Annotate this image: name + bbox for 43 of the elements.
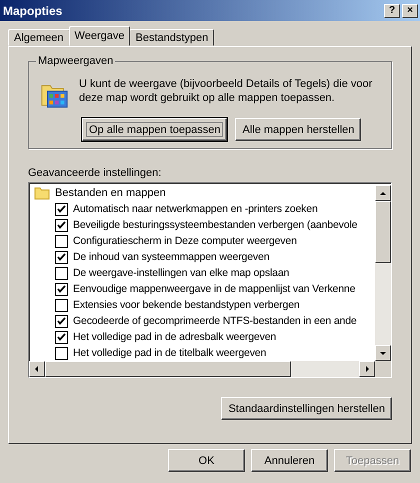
checkbox[interactable] — [55, 330, 68, 344]
push-button[interactable]: Op alle mappen toepassen — [82, 118, 228, 141]
setting-label[interactable]: De inhoud van systeemmappen weergeven — [73, 251, 270, 263]
setting-label[interactable]: Automatisch naar netwerkmappen en -printers zoeken — [73, 203, 318, 215]
checkbox[interactable] — [55, 218, 68, 232]
close-button[interactable]: × — [402, 4, 418, 18]
checkbox[interactable] — [55, 282, 68, 296]
left-arrow-icon[interactable] — [33, 365, 41, 373]
folder-icon — [34, 186, 50, 200]
help-button[interactable]: ? — [384, 4, 400, 18]
setting-label[interactable]: Het volledige pad in de adresbalk weergeven — [73, 331, 276, 343]
setting-label[interactable]: Configuratiescherm in Deze computer weergeven — [73, 235, 297, 247]
setting-label[interactable]: Het volledige pad in de titelbalk weergeven — [73, 347, 266, 359]
checkbox[interactable] — [55, 202, 68, 216]
tab[interactable]: Weergave — [68, 26, 130, 46]
tab[interactable]: Algemeen — [8, 29, 70, 46]
description-text: U kunt de weergave (bijvoorbeeld Details of Tegels) die voor deze map wordt gebruikt op alle mappen toepassen. — [79, 77, 374, 105]
scrollbar-corner — [375, 361, 391, 377]
setting-label[interactable]: Eenvoudige mappenweergave in de mappenlijst van Verkenne — [73, 283, 356, 295]
restore-defaults-button[interactable]: Standaardinstellingen herstellen — [221, 397, 392, 420]
group-title: Mapweergaven — [36, 55, 116, 67]
checkbox[interactable] — [55, 346, 68, 360]
horizontal-scrollbar[interactable] — [29, 361, 375, 377]
push-button[interactable]: Alle mappen herstellen — [235, 118, 362, 141]
setting-label[interactable]: Extensies voor bekende bestandstypen verbergen — [73, 299, 300, 311]
checkbox[interactable] — [55, 250, 68, 264]
tab[interactable]: Bestandstypen — [129, 29, 214, 46]
group-label: Bestanden en mappen — [55, 187, 166, 199]
setting-label[interactable]: Beveiligde besturingssysteembestanden verbergen (aanbevole — [73, 219, 358, 231]
dialog-button[interactable]: Annuleren — [251, 449, 328, 472]
up-arrow-icon[interactable] — [379, 189, 387, 197]
setting-label[interactable]: Gecodeerde of gecomprimeerde NTFS-bestanden in een ande — [73, 315, 357, 327]
setting-label[interactable]: De weergave-instellingen van elke map opslaan — [73, 267, 290, 279]
window-title: Mapopties — [3, 4, 62, 18]
dialog-button[interactable]: OK — [168, 449, 245, 472]
right-arrow-icon[interactable] — [363, 365, 371, 373]
section-label: Geavanceerde instellingen: — [28, 167, 162, 181]
checkbox[interactable] — [55, 314, 68, 328]
vertical-scrollbar[interactable] — [375, 185, 391, 361]
checkbox[interactable] — [55, 234, 68, 248]
checkbox[interactable] — [55, 266, 68, 280]
down-arrow-icon[interactable] — [379, 349, 387, 357]
checkbox[interactable] — [55, 298, 68, 312]
